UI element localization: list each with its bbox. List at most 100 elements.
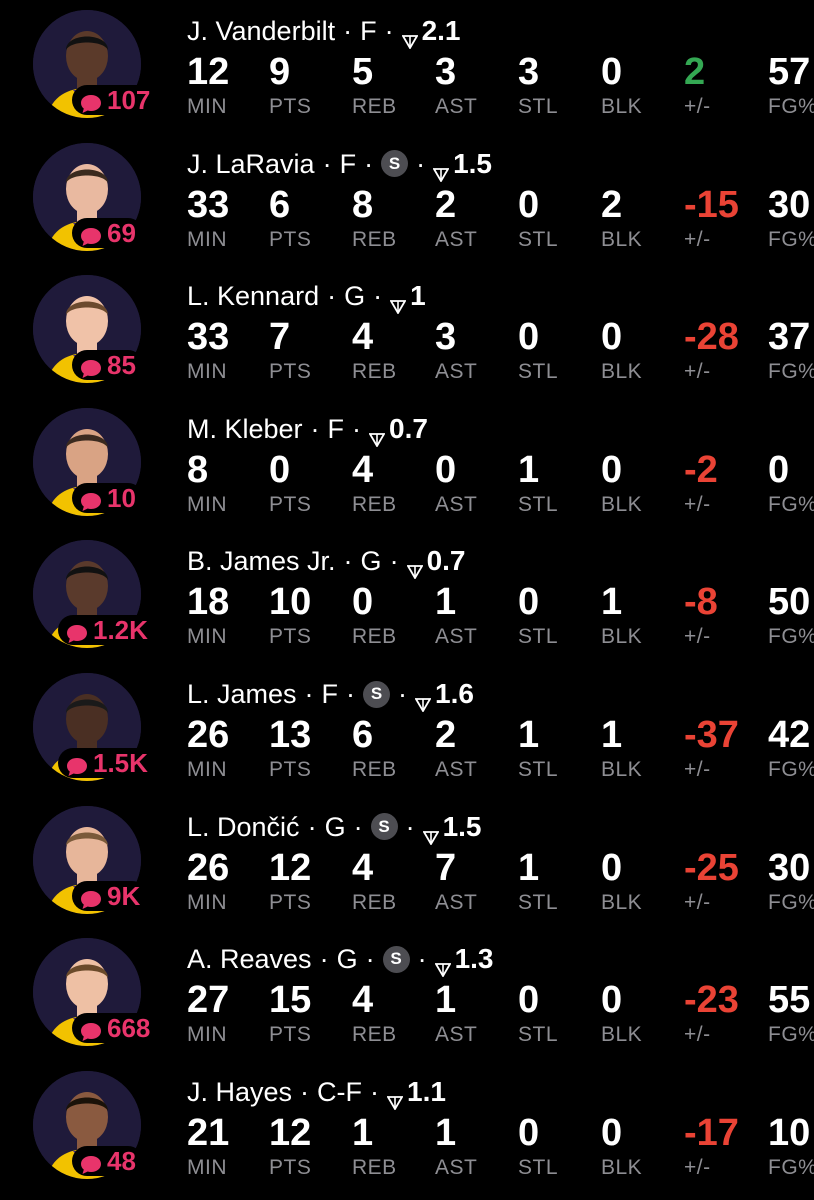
stat-label: FG%	[768, 758, 814, 781]
stat-label: +/-	[684, 360, 711, 384]
separator-dot: ·	[384, 16, 394, 46]
stat-label: AST	[435, 227, 478, 251]
comment-count-badge[interactable]: 1.2K	[58, 615, 155, 646]
comment-count-badge[interactable]: 48	[72, 1145, 143, 1176]
stat-label: PTS	[269, 95, 312, 118]
stat-value-stl: 0	[518, 183, 540, 226]
stat-value-fg-pct: 42	[768, 714, 811, 756]
rating-flag-icon	[422, 820, 440, 846]
comment-count: 10	[107, 482, 136, 513]
player-row[interactable]: 10 M. Kleber · F · 0.7 8 MIN 0 PTS 4 REB 0 AST 1 STL 0 BL…	[0, 398, 814, 531]
player-name[interactable]: M. Kleber	[187, 413, 303, 445]
player-row[interactable]: 85 L. Kennard · G · 1 33 MIN 7 PTS 4 REB 3 AST 0 STL 0 BL…	[0, 265, 814, 398]
comment-count-badge[interactable]: 9K	[72, 880, 148, 911]
stat-value-stl: 1	[518, 448, 540, 491]
starter-badge: S	[382, 945, 410, 973]
separator-dot: ·	[346, 679, 356, 709]
player-rating: 2.1	[421, 15, 461, 46]
player-name[interactable]: L. Dončić	[187, 811, 300, 843]
stat-label: AST	[435, 625, 478, 649]
player-name[interactable]: B. James Jr.	[187, 545, 336, 577]
stat-label: MIN	[187, 95, 227, 118]
stat-value-min: 18	[187, 581, 230, 624]
separator-dot: ·	[304, 679, 314, 709]
stat-label: MIN	[187, 1023, 227, 1047]
player-row[interactable]: 48 J. Hayes · C-F · 1.1 21 MIN 12 PTS 1 REB 1 AST 0 STL…	[0, 1061, 814, 1194]
comment-count-badge[interactable]: 85	[72, 350, 143, 381]
player-position: C-F	[317, 1076, 363, 1107]
stat-label: BLK	[601, 492, 643, 516]
stat-label: PTS	[269, 890, 312, 914]
comment-count-badge[interactable]: 107	[72, 85, 158, 115]
stat-value-ast: 1	[435, 979, 457, 1022]
player-position: G	[336, 944, 358, 975]
player-header: J. Vanderbilt · F · 2.1	[187, 15, 461, 50]
comment-count-badge[interactable]: 1.5K	[58, 748, 155, 778]
stat-value-fg-pct: 10	[768, 1111, 811, 1154]
stat-label: REB	[352, 758, 397, 781]
player-rating: 1.5	[442, 810, 482, 842]
comment-count-badge[interactable]: 668	[72, 1013, 158, 1044]
stat-label: FG%	[768, 95, 814, 118]
stat-value-blk: 1	[601, 581, 623, 624]
rating-flag-icon	[434, 952, 452, 978]
starter-badge: S	[363, 680, 391, 708]
player-name[interactable]: L. Kennard	[187, 280, 319, 312]
player-name[interactable]: A. Reaves	[187, 943, 312, 975]
stat-label: BLK	[601, 758, 643, 781]
rating-flag-icon	[405, 554, 424, 581]
comment-count-badge[interactable]: 10	[72, 482, 143, 513]
player-position: F	[321, 679, 339, 709]
stat-label: BLK	[601, 95, 643, 118]
comment-count: 1.2K	[93, 615, 148, 646]
stat-value-min: 12	[187, 51, 230, 93]
stat-label: REB	[352, 227, 397, 251]
separator-dot: ·	[373, 281, 383, 312]
player-name[interactable]: J. LaRavia	[187, 148, 315, 180]
stat-value-pts: 7	[269, 316, 291, 359]
stat-value-stl: 3	[518, 51, 540, 93]
stat-label: REB	[352, 1155, 397, 1179]
stat-label: MIN	[187, 360, 227, 384]
stat-label: STL	[518, 890, 559, 914]
stat-label: REB	[352, 360, 397, 384]
stat-value-stl: 0	[518, 581, 540, 624]
stat-value-ast: 0	[435, 448, 457, 491]
stat-label: REB	[352, 1023, 397, 1047]
player-row[interactable]: 1.2K B. James Jr. · G · 0.7 18 MIN 10 PTS 0 REB 1 AST…	[0, 530, 814, 663]
stat-label: MIN	[187, 890, 227, 914]
stat-value-pts: 12	[269, 846, 312, 889]
player-row[interactable]: 668 A. Reaves · G · S · 1.3 27 MIN 15 PTS 4 REB 1 AST 0 S…	[0, 928, 814, 1061]
player-row[interactable]: 107 J. Vanderbilt · F · 2.1 12 MIN 9 PTS 5 REB 3 AST 3…	[0, 0, 814, 133]
player-name[interactable]: J. Hayes	[187, 1076, 292, 1108]
player-row[interactable]: 1.5K L. James · F · S · 1.6 26 MIN 13 PTS 6 REB 2 AST 1 S…	[0, 663, 814, 796]
rating-flag-icon	[389, 289, 407, 315]
player-name[interactable]: L. James	[187, 678, 297, 710]
stat-label: MIN	[187, 492, 227, 516]
player-header: M. Kleber · F · 0.7	[187, 413, 428, 448]
separator-dot: ·	[416, 148, 426, 179]
player-rating: 1.1	[407, 1075, 446, 1107]
stat-value-min: 21	[187, 1111, 230, 1154]
comment-bubble-icon	[66, 753, 88, 776]
stat-value-plus-minus: -25	[684, 846, 739, 889]
stat-label: REB	[352, 625, 397, 649]
comment-bubble-icon	[80, 1151, 102, 1174]
stat-value-reb: 4	[352, 846, 374, 889]
player-row[interactable]: 69 J. LaRavia · F · S · 1.5 33 MIN 6 PTS 8 REB 2 AST 0 ST…	[0, 133, 814, 266]
separator-dot: ·	[417, 944, 427, 975]
stat-label: BLK	[601, 1023, 643, 1047]
stat-value-stl: 0	[518, 1111, 540, 1154]
player-rating: 1.6	[435, 678, 474, 709]
comment-count-badge[interactable]: 69	[72, 217, 143, 248]
stat-label: STL	[518, 360, 559, 384]
stat-label: BLK	[601, 890, 643, 914]
stat-value-reb: 4	[352, 316, 374, 359]
stat-label: STL	[518, 1023, 559, 1047]
player-name[interactable]: J. Vanderbilt	[187, 15, 335, 47]
starter-badge: S	[381, 150, 409, 178]
player-row[interactable]: 9K L. Dončić · G · S · 1.5 26 MIN 12 PTS 4 REB 7 AST 1 ST…	[0, 796, 814, 929]
stat-label: REB	[352, 95, 397, 118]
stat-value-fg-pct: 55	[768, 979, 811, 1022]
stat-value-blk: 0	[601, 979, 623, 1022]
